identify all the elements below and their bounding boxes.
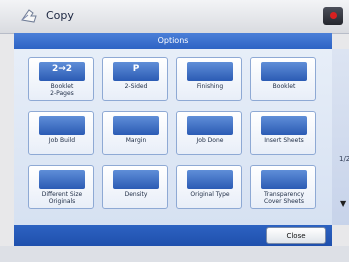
- close-button[interactable]: Close: [266, 227, 326, 244]
- option-icon: [261, 116, 307, 135]
- option-label: Margin: [125, 137, 147, 144]
- stop-button[interactable]: [323, 7, 343, 25]
- option-label: Booklet: [272, 83, 296, 90]
- option-tile-margin[interactable]: Margin: [102, 111, 168, 155]
- options-grid: 2→2 Booklet 2-Pages P 2-Sided Finishing B…: [14, 49, 332, 225]
- option-icon: [261, 170, 307, 189]
- copy-app-icon: [21, 9, 37, 23]
- option-icon: [113, 170, 159, 189]
- option-icon: [39, 116, 85, 135]
- option-icon-text: 2→2: [51, 64, 73, 74]
- status-strip: [0, 246, 349, 262]
- option-label: 2-Sided: [124, 83, 148, 90]
- option-label: Density: [124, 191, 148, 198]
- option-label: Finishing: [196, 83, 224, 90]
- stop-icon: [330, 12, 337, 19]
- option-tile-booklet-2-pages[interactable]: 2→2 Booklet 2-Pages: [28, 57, 94, 101]
- title-bar: Copy: [0, 0, 349, 34]
- option-tile-job-done[interactable]: Job Done: [176, 111, 242, 155]
- option-tile-job-build[interactable]: Job Build: [28, 111, 94, 155]
- option-label: Job Build: [48, 137, 76, 144]
- option-label: Job Done: [196, 137, 224, 144]
- option-icon: 2→2: [39, 62, 85, 81]
- option-icon: [113, 116, 159, 135]
- option-tile-finishing[interactable]: Finishing: [176, 57, 242, 101]
- options-header: Options: [14, 33, 332, 49]
- option-tile-insert-sheets[interactable]: Insert Sheets: [250, 111, 316, 155]
- bottom-action-bar: Close: [14, 225, 332, 246]
- option-tile-2-sided[interactable]: P 2-Sided: [102, 57, 168, 101]
- option-icon: P: [113, 62, 159, 81]
- option-label: Booklet 2-Pages: [50, 83, 74, 97]
- scroll-down-icon[interactable]: ▼: [340, 199, 346, 208]
- option-icon: [39, 170, 85, 189]
- option-label: Insert Sheets: [264, 137, 304, 144]
- option-tile-booklet[interactable]: Booklet: [250, 57, 316, 101]
- option-label: Different Size Originals: [41, 191, 83, 205]
- options-panel: Options 2→2 Booklet 2-Pages P 2-Sided Fin…: [14, 33, 332, 246]
- page-indicator: 1/2: [339, 155, 349, 163]
- option-icon: [187, 170, 233, 189]
- option-tile-original-type[interactable]: Original Type: [176, 165, 242, 209]
- window-title: Copy: [46, 9, 74, 22]
- option-icon: [187, 116, 233, 135]
- option-tile-different-size-originals[interactable]: Different Size Originals: [28, 165, 94, 209]
- option-icon-text: P: [132, 64, 140, 74]
- option-tile-transparency-cover-sheets[interactable]: Transparency Cover Sheets: [250, 165, 316, 209]
- option-tile-density[interactable]: Density: [102, 165, 168, 209]
- option-icon: [187, 62, 233, 81]
- option-label: Original Type: [190, 191, 230, 198]
- option-label: Transparency Cover Sheets: [263, 191, 305, 205]
- option-icon: [261, 62, 307, 81]
